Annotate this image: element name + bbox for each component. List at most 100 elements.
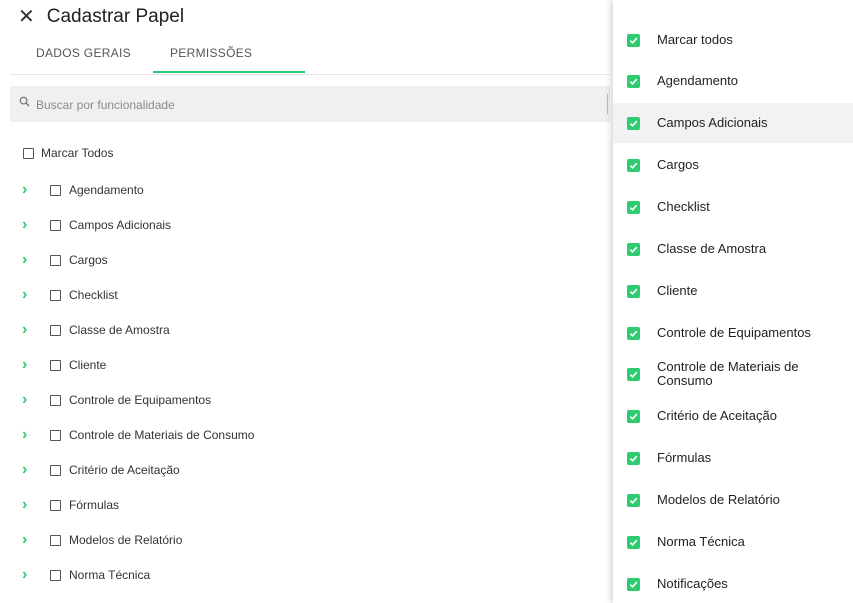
- chevron-right-icon[interactable]: ›: [22, 182, 50, 198]
- check-icon: [629, 413, 638, 420]
- list-item[interactable]: › Norma Técnica: [0, 561, 150, 589]
- checkbox-checked-icon[interactable]: [627, 116, 640, 130]
- list-item[interactable]: › Fórmulas: [0, 491, 119, 519]
- dialog-header: ✕ Cadastrar Papel: [18, 4, 184, 30]
- permission-checkbox[interactable]: [50, 394, 61, 406]
- checkbox-checked-icon[interactable]: [627, 200, 640, 214]
- dropdown-option[interactable]: Checklist: [613, 189, 853, 225]
- dropdown-option-label: Notificações: [657, 576, 728, 591]
- search-icon: [19, 96, 30, 107]
- dropdown-option[interactable]: Marcar todos: [613, 22, 853, 58]
- mark-all-label: Marcar Todos: [41, 146, 114, 160]
- permission-label: Checklist: [69, 288, 118, 302]
- checkbox-checked-icon[interactable]: [627, 158, 640, 172]
- chevron-right-icon[interactable]: ›: [22, 567, 50, 583]
- list-item[interactable]: › Classe de Amostra: [0, 316, 170, 344]
- dropdown-option-label: Campos Adicionais: [657, 115, 768, 130]
- chevron-right-icon[interactable]: ›: [22, 287, 50, 303]
- dropdown-option[interactable]: Fórmulas: [613, 440, 853, 476]
- mark-all-checkbox[interactable]: [23, 147, 34, 159]
- list-item[interactable]: › Critério de Aceitação: [0, 456, 180, 484]
- list-item[interactable]: › Agendamento: [0, 176, 144, 204]
- check-icon: [629, 162, 638, 169]
- list-item[interactable]: › Cliente: [0, 351, 106, 379]
- chevron-right-icon[interactable]: ›: [22, 322, 50, 338]
- permission-label: Classe de Amostra: [69, 323, 170, 337]
- checkbox-checked-icon[interactable]: [627, 493, 640, 507]
- permission-checkbox[interactable]: [50, 569, 61, 581]
- dropdown-option[interactable]: Controle de Materiais de Consumo: [613, 352, 853, 396]
- checkbox-checked-icon[interactable]: [627, 326, 640, 340]
- list-item[interactable]: › Controle de Materiais de Consumo: [0, 421, 254, 449]
- check-icon: [629, 497, 638, 504]
- permission-checkbox[interactable]: [50, 184, 61, 196]
- permission-checkbox[interactable]: [50, 254, 61, 266]
- list-item[interactable]: › Campos Adicionais: [0, 211, 171, 239]
- chevron-right-icon[interactable]: ›: [22, 497, 50, 513]
- chevron-right-icon[interactable]: ›: [22, 532, 50, 548]
- chevron-right-icon[interactable]: ›: [22, 252, 50, 268]
- checkbox-checked-icon[interactable]: [627, 74, 640, 88]
- dropdown-option[interactable]: Classe de Amostra: [613, 231, 853, 267]
- check-icon: [629, 37, 638, 44]
- checkbox-checked-icon[interactable]: [627, 577, 640, 591]
- permission-label: Agendamento: [69, 183, 144, 197]
- permission-label: Modelos de Relatório: [69, 533, 183, 547]
- active-tab-indicator: [153, 71, 305, 73]
- check-icon: [629, 78, 638, 85]
- checkbox-checked-icon[interactable]: [627, 535, 640, 549]
- permission-label: Critério de Aceitação: [69, 463, 180, 477]
- dropdown-option[interactable]: Norma Técnica: [613, 524, 853, 560]
- list-item[interactable]: › Modelos de Relatório: [0, 526, 182, 554]
- chevron-right-icon[interactable]: ›: [22, 462, 50, 478]
- dropdown-option[interactable]: Agendamento: [613, 63, 853, 99]
- permission-checkbox[interactable]: [50, 289, 61, 301]
- dropdown-option-label: Marcar todos: [657, 32, 733, 47]
- permission-label: Campos Adicionais: [69, 218, 172, 232]
- permission-checkbox[interactable]: [50, 359, 61, 371]
- permission-checkbox[interactable]: [50, 464, 61, 476]
- dropdown-option[interactable]: Cargos: [613, 147, 853, 183]
- check-icon: [629, 288, 638, 295]
- dropdown-option-label: Checklist: [657, 199, 710, 214]
- dropdown-option-label: Norma Técnica: [657, 534, 745, 549]
- list-item[interactable]: › Controle de Equipamentos: [0, 386, 211, 414]
- checkbox-checked-icon[interactable]: [627, 242, 640, 256]
- dropdown-option[interactable]: Critério de Aceitação: [613, 398, 853, 434]
- check-icon: [629, 246, 638, 253]
- search-input[interactable]: [34, 92, 608, 118]
- list-item[interactable]: › Cargos: [0, 246, 108, 274]
- search-bar: [10, 86, 610, 122]
- permission-checkbox[interactable]: [50, 429, 61, 441]
- mark-all-row[interactable]: Marcar Todos: [23, 146, 113, 160]
- check-icon: [629, 120, 638, 127]
- permission-checkbox[interactable]: [50, 324, 61, 336]
- list-item[interactable]: › Checklist: [0, 281, 118, 309]
- tab-permissoes[interactable]: PERMISSÕES: [170, 46, 252, 60]
- dropdown-option-label: Classe de Amostra: [657, 241, 767, 256]
- chevron-right-icon[interactable]: ›: [22, 357, 50, 373]
- chevron-right-icon[interactable]: ›: [22, 427, 50, 443]
- dropdown-option-label: Fórmulas: [657, 450, 712, 465]
- dropdown-option[interactable]: Cliente: [613, 273, 853, 309]
- chevron-right-icon[interactable]: ›: [22, 392, 50, 408]
- checkbox-checked-icon[interactable]: [627, 33, 640, 47]
- permission-checkbox[interactable]: [50, 534, 61, 546]
- close-icon[interactable]: ✕: [18, 7, 35, 27]
- checkbox-checked-icon[interactable]: [627, 451, 640, 465]
- dropdown-option-label: Controle de Equipamentos: [657, 325, 811, 340]
- permission-label: Norma Técnica: [69, 568, 151, 582]
- dropdown-option[interactable]: Controle de Equipamentos: [613, 315, 853, 351]
- checkbox-checked-icon[interactable]: [627, 409, 640, 423]
- chevron-right-icon[interactable]: ›: [22, 217, 50, 233]
- dropdown-option-label: Cargos: [657, 157, 699, 172]
- dropdown-option[interactable]: Campos Adicionais: [613, 103, 853, 143]
- tab-bar: DADOS GERAIS PERMISSÕES: [10, 40, 610, 75]
- permission-checkbox[interactable]: [50, 219, 61, 231]
- tab-dados-gerais[interactable]: DADOS GERAIS: [36, 46, 131, 60]
- dropdown-option[interactable]: Modelos de Relatório: [613, 482, 853, 518]
- checkbox-checked-icon[interactable]: [627, 367, 640, 381]
- checkbox-checked-icon[interactable]: [627, 284, 640, 298]
- permission-checkbox[interactable]: [50, 499, 61, 511]
- dropdown-option[interactable]: Notificações: [613, 566, 853, 602]
